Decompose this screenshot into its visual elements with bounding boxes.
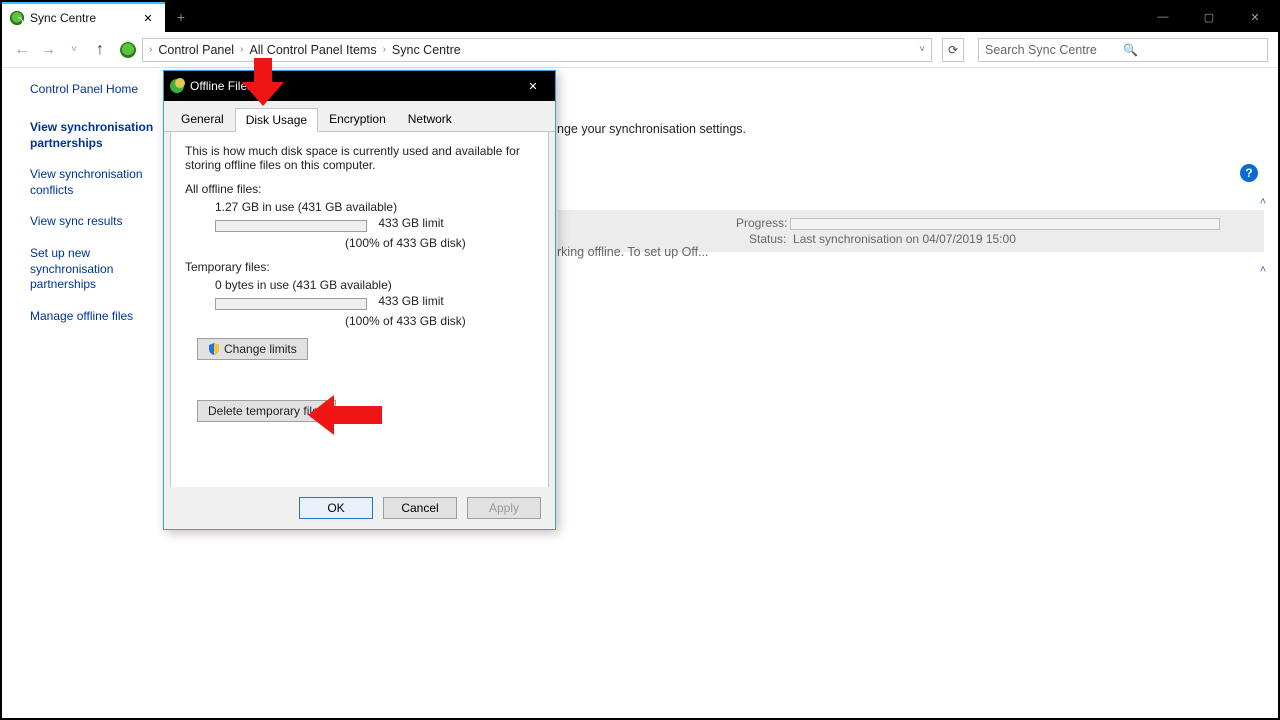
progress-label: Progress: [736,216,787,230]
offline-files-icon [170,79,184,93]
chevron-right-icon: › [381,44,388,55]
annotation-arrow-down [242,58,284,110]
disk-usage-description: This is how much disk space is currently… [185,144,534,172]
close-window-button[interactable]: ✕ [1232,2,1278,32]
browser-tab[interactable]: Sync Centre ✕ [2,2,165,32]
search-input[interactable]: Search Sync Centre 🔍 [978,38,1268,62]
location-icon [120,42,136,58]
sidebar-item-manage-offline[interactable]: Manage offline files [30,309,160,325]
all-offline-pct: (100% of 433 GB disk) [345,236,534,250]
temp-files-limit: 433 GB limit [378,294,443,308]
tab-encryption[interactable]: Encryption [318,107,397,131]
sidebar-item-setup-partnerships[interactable]: Set up new synchronisation partnerships [30,246,160,293]
address-bar: ← → ˅ ↑ › Control Panel › All Control Pa… [2,32,1278,68]
window-controls: ― ▢ ✕ [1140,2,1278,32]
temp-files-pct: (100% of 433 GB disk) [345,314,534,328]
tab-general[interactable]: General [170,107,235,131]
chevron-right-icon: › [238,44,245,55]
crumb-all-items[interactable]: All Control Panel Items [245,41,380,59]
temp-files-label: Temporary files: [185,260,534,274]
up-button[interactable]: ↑ [90,40,110,60]
collapse-icon[interactable]: ˄ [1256,196,1270,210]
apply-button: Apply [467,497,541,519]
new-tab-button[interactable]: + [165,2,197,32]
chevron-right-icon: › [147,44,154,55]
cancel-button[interactable]: Cancel [383,497,457,519]
tab-network[interactable]: Network [397,107,463,131]
close-dialog-button[interactable]: ✕ [519,75,547,97]
status-text: Status: Last synchronisation on 04/07/20… [749,232,1016,246]
search-placeholder: Search Sync Centre [985,43,1123,57]
offline-files-dialog: Offline Files ✕ General Disk Usage Encry… [163,70,556,530]
dialog-title-bar[interactable]: Offline Files ✕ [164,71,555,101]
recent-dropdown[interactable]: ˅ [64,40,84,60]
title-bar: Sync Centre ✕ + ― ▢ ✕ [2,2,1278,32]
forward-button[interactable]: → [38,40,58,60]
all-offline-limit: 433 GB limit [378,216,443,230]
collapse-icon[interactable]: ˄ [1256,264,1270,278]
search-icon[interactable]: 🔍 [1123,43,1261,57]
temp-files-usage: 0 bytes in use (431 GB available) [215,278,534,292]
back-button[interactable]: ← [12,40,32,60]
dialog-footer: OK Cancel Apply [164,487,555,529]
close-tab-icon[interactable]: ✕ [139,9,157,27]
progress-bar [790,218,1220,230]
sync-centre-icon [10,11,24,25]
ok-button[interactable]: OK [299,497,373,519]
control-panel-home-link[interactable]: Control Panel Home [30,82,160,96]
tab-title: Sync Centre [30,11,133,25]
all-offline-bar [215,220,367,232]
shield-icon [208,343,220,355]
sidebar-item-view-results[interactable]: View sync results [30,214,160,230]
main-description: nge your synchronisation settings. [557,122,746,136]
help-icon[interactable]: ? [1240,164,1258,182]
all-offline-label: All offline files: [185,182,534,196]
annotation-arrow-left [308,395,382,435]
tab-disk-usage[interactable]: Disk Usage [235,108,318,132]
crumb-sync-centre[interactable]: Sync Centre [388,41,465,59]
chevron-down-icon[interactable]: ˅ [917,44,927,55]
crumb-control-panel[interactable]: Control Panel [154,41,238,59]
change-limits-button[interactable]: Change limits [197,338,308,360]
temp-files-bar [215,298,367,310]
list-row-text: rking offline. To set up Off... [557,245,708,259]
refresh-button[interactable]: ⟳ [942,38,964,62]
sidebar-item-view-partnerships[interactable]: View synchronisation partnerships [30,120,160,151]
maximize-button[interactable]: ▢ [1186,2,1232,32]
minimize-button[interactable]: ― [1140,2,1186,32]
tab-page-disk-usage: This is how much disk space is currently… [170,132,549,492]
side-panel: Control Panel Home View synchronisation … [30,82,160,340]
sidebar-item-view-conflicts[interactable]: View synchronisation conflicts [30,167,160,198]
all-offline-usage: 1.27 GB in use (431 GB available) [215,200,534,214]
dialog-tabs: General Disk Usage Encryption Network [164,101,555,132]
